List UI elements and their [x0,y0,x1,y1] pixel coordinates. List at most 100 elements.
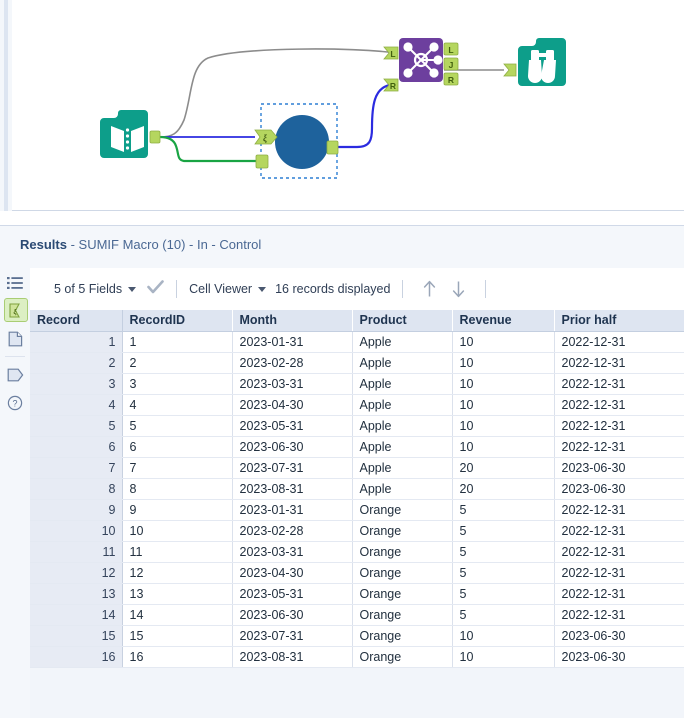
table-cell[interactable]: Orange [352,646,453,668]
table-cell[interactable]: 2023-05-31 [232,415,353,437]
table-cell[interactable]: Orange [352,541,453,563]
table-row[interactable]: 5 5 2023-05-31 Apple 10 2022-12-31 [30,415,684,437]
table-cell[interactable]: 9 [122,499,233,521]
fields-selector[interactable]: 5 of 5 Fields [54,268,139,310]
table-cell[interactable]: 2022-12-31 [554,373,684,395]
row-number-cell[interactable]: 9 [30,499,123,521]
results-grid[interactable]: Record RecordID Month Product Revenue Pr… [30,310,684,718]
table-cell[interactable]: 2023-04-30 [232,562,353,584]
table-cell[interactable]: 2023-01-31 [232,331,353,353]
table-cell[interactable]: Apple [352,373,453,395]
data-page-icon[interactable] [4,328,26,350]
macro-input-icon[interactable]: ξ [4,298,28,322]
table-cell[interactable]: 5 [452,562,555,584]
table-cell[interactable]: Apple [352,394,453,416]
table-cell[interactable]: 2023-06-30 [232,436,353,458]
table-cell[interactable]: 20 [452,457,555,479]
table-cell[interactable]: Apple [352,436,453,458]
table-row[interactable]: 3 3 2023-03-31 Apple 10 2022-12-31 [30,373,684,395]
table-cell[interactable]: 4 [122,394,233,416]
column-header-recordid[interactable]: RecordID [122,310,233,332]
table-cell[interactable]: 11 [122,541,233,563]
table-cell[interactable]: 14 [122,604,233,626]
table-cell[interactable]: 2022-12-31 [554,604,684,626]
table-cell[interactable]: 10 [452,646,555,668]
table-cell[interactable]: Apple [352,457,453,479]
table-cell[interactable]: 10 [452,331,555,353]
table-row[interactable]: 2 2 2023-02-28 Apple 10 2022-12-31 [30,352,684,374]
table-cell[interactable]: Orange [352,499,453,521]
table-row[interactable]: 6 6 2023-06-30 Apple 10 2022-12-31 [30,436,684,458]
table-cell[interactable]: 10 [452,352,555,374]
column-header-month[interactable]: Month [232,310,353,332]
table-cell[interactable]: 5 [452,499,555,521]
chevron-down-icon[interactable] [128,286,137,292]
table-cell[interactable]: Orange [352,604,453,626]
table-cell[interactable]: 10 [452,415,555,437]
table-cell[interactable]: 5 [452,520,555,542]
row-number-cell[interactable]: 1 [30,331,123,353]
table-row[interactable]: 11 11 2023-03-31 Orange 5 2022-12-31 [30,541,684,563]
table-cell[interactable]: 2023-06-30 [232,604,353,626]
table-cell[interactable]: 13 [122,583,233,605]
table-cell[interactable]: 2022-12-31 [554,331,684,353]
table-row[interactable]: 16 16 2023-08-31 Orange 10 2023-06-30 [30,646,684,668]
sumif-macro-tool[interactable]: ξ [254,103,339,179]
table-cell[interactable]: 2022-12-31 [554,583,684,605]
table-cell[interactable]: 2022-12-31 [554,499,684,521]
table-cell[interactable]: 2023-08-31 [232,478,353,500]
column-header-record[interactable]: Record [30,310,123,332]
join-output-anchor-right[interactable]: R [443,72,459,86]
table-cell[interactable]: 2022-12-31 [554,394,684,416]
column-header-revenue[interactable]: Revenue [452,310,555,332]
table-cell[interactable]: 20 [452,478,555,500]
table-cell[interactable]: 2023-02-28 [232,520,353,542]
checkmark-icon[interactable] [147,279,164,299]
table-cell[interactable]: 3 [122,373,233,395]
table-cell[interactable]: 2022-12-31 [554,520,684,542]
table-cell[interactable]: 2023-01-31 [232,499,353,521]
row-number-cell[interactable]: 3 [30,373,123,395]
table-cell[interactable]: Apple [352,415,453,437]
source-output-anchor[interactable] [149,130,161,144]
row-number-cell[interactable]: 15 [30,625,123,647]
field-list-icon[interactable] [4,272,26,294]
arrow-up-icon[interactable] [422,280,437,298]
row-number-cell[interactable]: 11 [30,541,123,563]
table-row[interactable]: 7 7 2023-07-31 Apple 20 2023-06-30 [30,457,684,479]
table-cell[interactable]: Apple [352,352,453,374]
table-cell[interactable]: 2023-02-28 [232,352,353,374]
table-cell[interactable]: 2022-12-31 [554,415,684,437]
column-header-priorhalf[interactable]: Prior half [554,310,684,332]
table-cell[interactable]: 2023-07-31 [232,625,353,647]
table-row[interactable]: 14 14 2023-06-30 Orange 5 2022-12-31 [30,604,684,626]
table-cell[interactable]: 10 [122,520,233,542]
column-header-product[interactable]: Product [352,310,453,332]
table-cell[interactable]: 2023-04-30 [232,394,353,416]
panel-splitter[interactable] [0,211,684,225]
anchor-tag-icon[interactable] [4,364,26,386]
table-cell[interactable]: 8 [122,478,233,500]
table-cell[interactable]: 2022-12-31 [554,541,684,563]
row-number-cell[interactable]: 7 [30,457,123,479]
table-cell[interactable]: 15 [122,625,233,647]
row-number-cell[interactable]: 5 [30,415,123,437]
table-cell[interactable]: 10 [452,373,555,395]
table-row[interactable]: 8 8 2023-08-31 Apple 20 2023-06-30 [30,478,684,500]
join-output-anchor-join[interactable]: J [443,57,459,71]
browse-tool[interactable] [503,38,566,86]
table-cell[interactable]: Orange [352,562,453,584]
join-input-anchor-left[interactable]: L [383,46,399,60]
table-cell[interactable]: 1 [122,331,233,353]
row-number-cell[interactable]: 6 [30,436,123,458]
table-cell[interactable]: 7 [122,457,233,479]
table-cell[interactable]: 5 [452,604,555,626]
row-number-cell[interactable]: 10 [30,520,123,542]
table-cell[interactable]: 2022-12-31 [554,562,684,584]
table-row[interactable]: 13 13 2023-05-31 Orange 5 2022-12-31 [30,583,684,605]
row-number-cell[interactable]: 4 [30,394,123,416]
table-cell[interactable]: 5 [122,415,233,437]
table-cell[interactable]: 12 [122,562,233,584]
join-tool[interactable]: L R L J R [383,38,459,92]
table-cell[interactable]: 6 [122,436,233,458]
